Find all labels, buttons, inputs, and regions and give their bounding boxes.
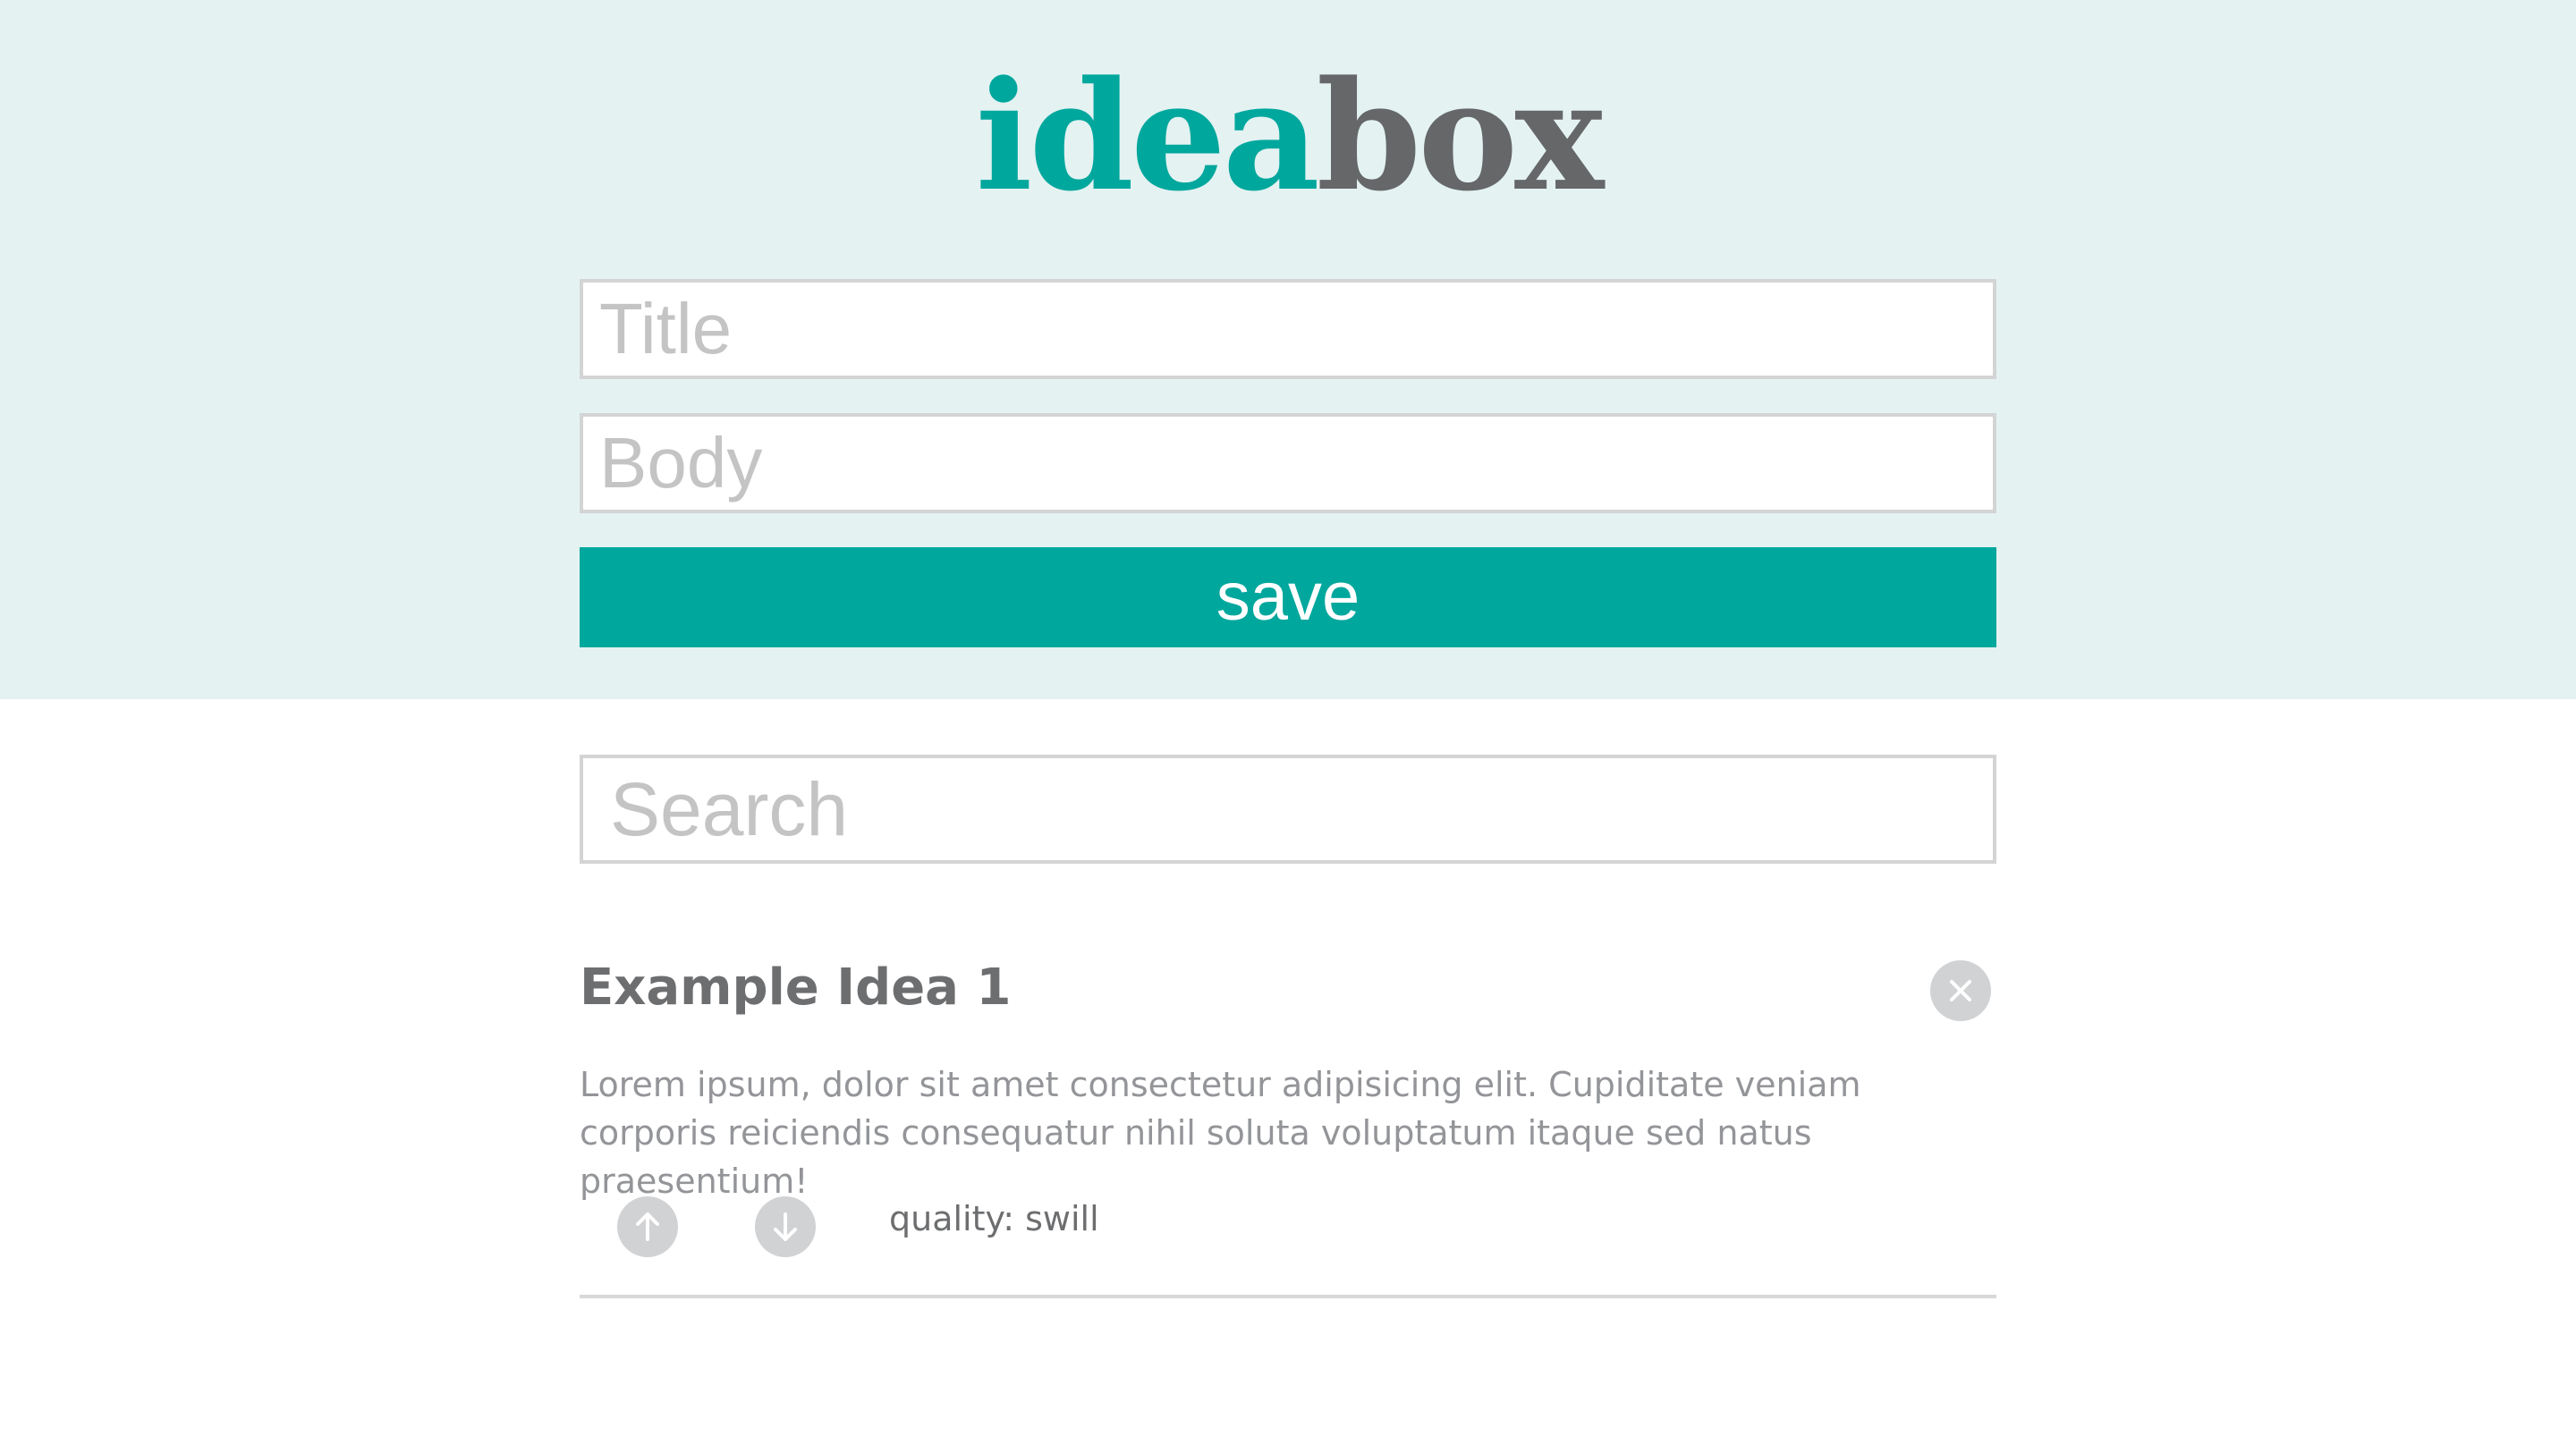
app-logo: ideabox	[0, 46, 2576, 225]
header: ideabox save	[0, 0, 2576, 699]
body-input[interactable]	[580, 413, 1996, 513]
upvote-button[interactable]	[617, 1196, 678, 1257]
close-icon	[1950, 980, 1971, 1001]
idea-body[interactable]: Lorem ipsum, dolor sit amet consectetur …	[580, 1060, 1996, 1205]
arrow-down-icon	[774, 1212, 797, 1241]
delete-button[interactable]	[1930, 960, 1991, 1021]
downvote-button[interactable]	[755, 1196, 816, 1257]
search-input[interactable]	[580, 755, 1996, 864]
quality-label: quality: swill	[889, 1199, 1099, 1238]
arrow-up-icon	[636, 1212, 659, 1241]
idea-title[interactable]: Example Idea 1	[580, 959, 1011, 1017]
logo-idea: idea	[975, 47, 1320, 224]
title-input[interactable]	[580, 279, 1996, 379]
logo-box: box	[1316, 47, 1605, 224]
idea-card: Example Idea 1 Lorem ipsum, dolor sit am…	[580, 948, 1996, 1298]
save-button[interactable]: save	[580, 547, 1996, 647]
